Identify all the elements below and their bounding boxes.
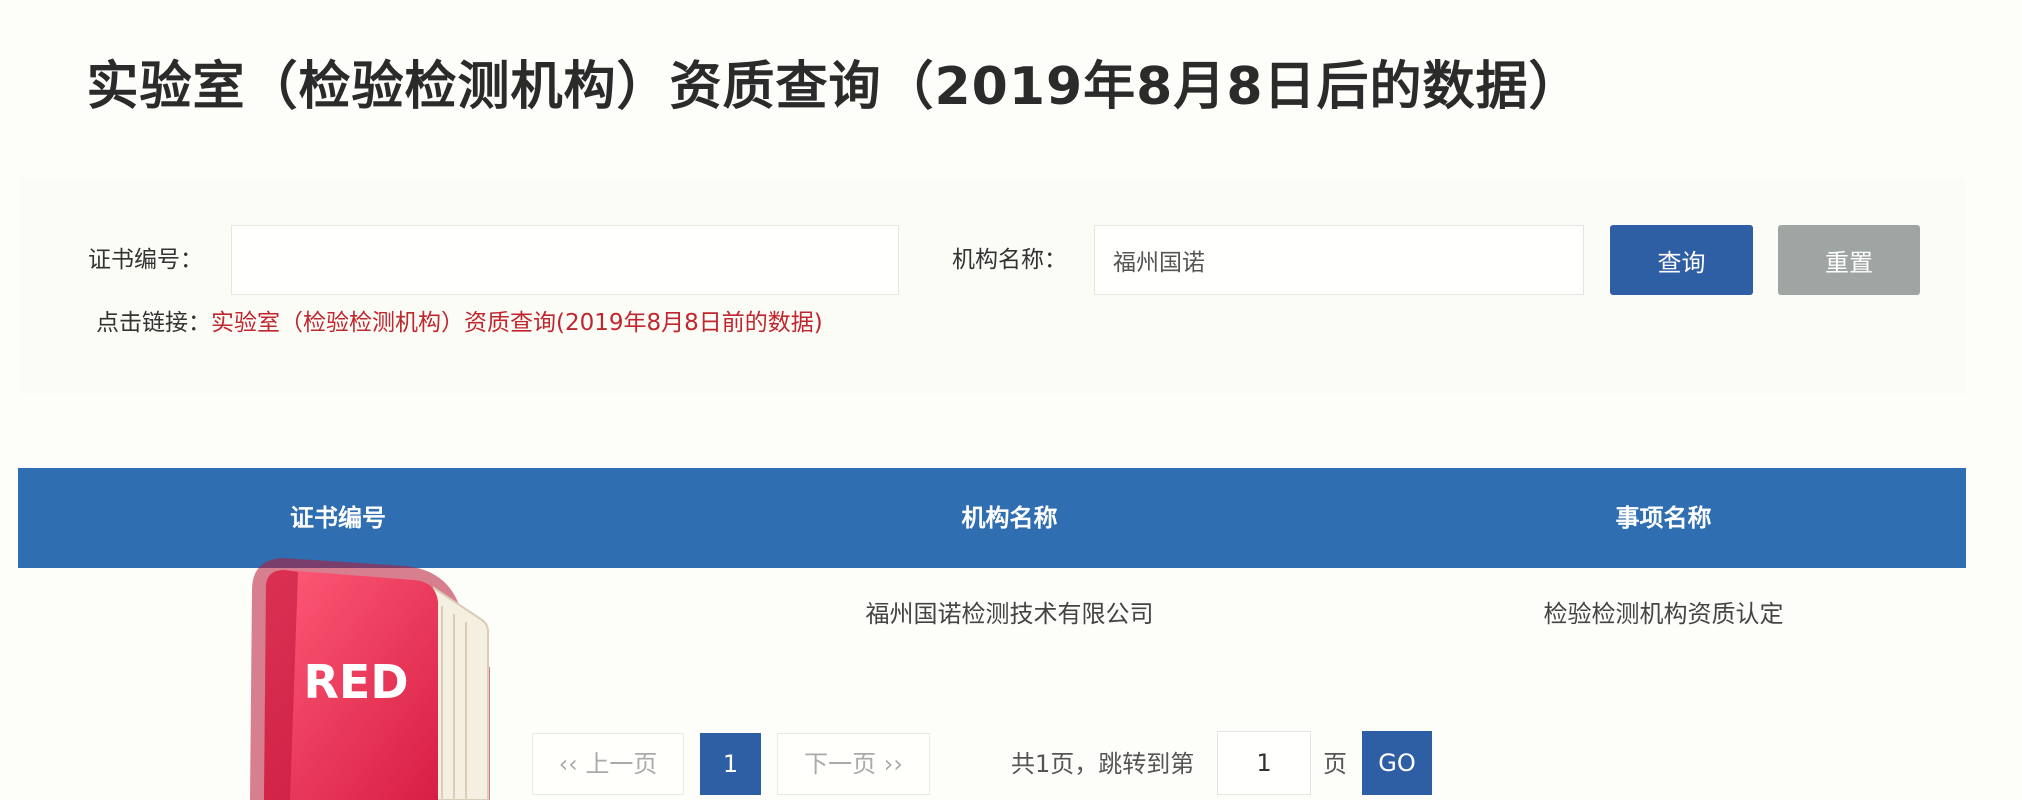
next-page-label: 下一页 <box>804 750 877 778</box>
column-header-item-name: 事项名称 <box>1615 504 1712 532</box>
org-name-label: 机构名称： <box>952 247 1067 273</box>
reset-button[interactable]: 重置 <box>1778 225 1920 295</box>
sticker-text: RED <box>303 655 408 709</box>
query-button[interactable]: 查询 <box>1610 225 1753 295</box>
prev-page-label: 上一页 <box>585 750 658 778</box>
go-button[interactable]: GO <box>1362 731 1432 795</box>
pre-2019-query-link[interactable]: 实验室（检验检测机构）资质查询(2019年8月8日前的数据) <box>211 310 823 336</box>
prev-page-button[interactable]: ‹‹ 上一页 <box>532 733 684 795</box>
page-title: 实验室（检验检测机构）资质查询（2019年8月8日后的数据） <box>86 57 1582 117</box>
link-row: 点击链接：实验室（检验检测机构）资质查询(2019年8月8日前的数据) <box>96 308 823 338</box>
red-book-sticker: RED <box>250 558 490 800</box>
cert-number-label: 证书编号： <box>88 247 203 273</box>
jump-page-input[interactable] <box>1217 731 1311 795</box>
double-chevron-right-icon: ›› <box>883 750 903 778</box>
column-header-org-name: 机构名称 <box>961 504 1058 532</box>
cert-number-input[interactable] <box>231 225 899 295</box>
link-prefix: 点击链接： <box>96 310 211 336</box>
page-suffix-text: 页 <box>1323 750 1347 778</box>
double-chevron-left-icon: ‹‹ <box>558 750 578 778</box>
next-page-button[interactable]: 下一页 ›› <box>777 733 930 795</box>
cell-item-name: 检验检测机构资质认定 <box>1543 600 1784 628</box>
current-page-button[interactable]: 1 <box>700 733 761 795</box>
org-name-input[interactable] <box>1094 225 1584 295</box>
cell-org-name: 福州国诺检测技术有限公司 <box>865 600 1154 628</box>
total-pages-text: 共1页，跳转到第 <box>1011 750 1195 778</box>
